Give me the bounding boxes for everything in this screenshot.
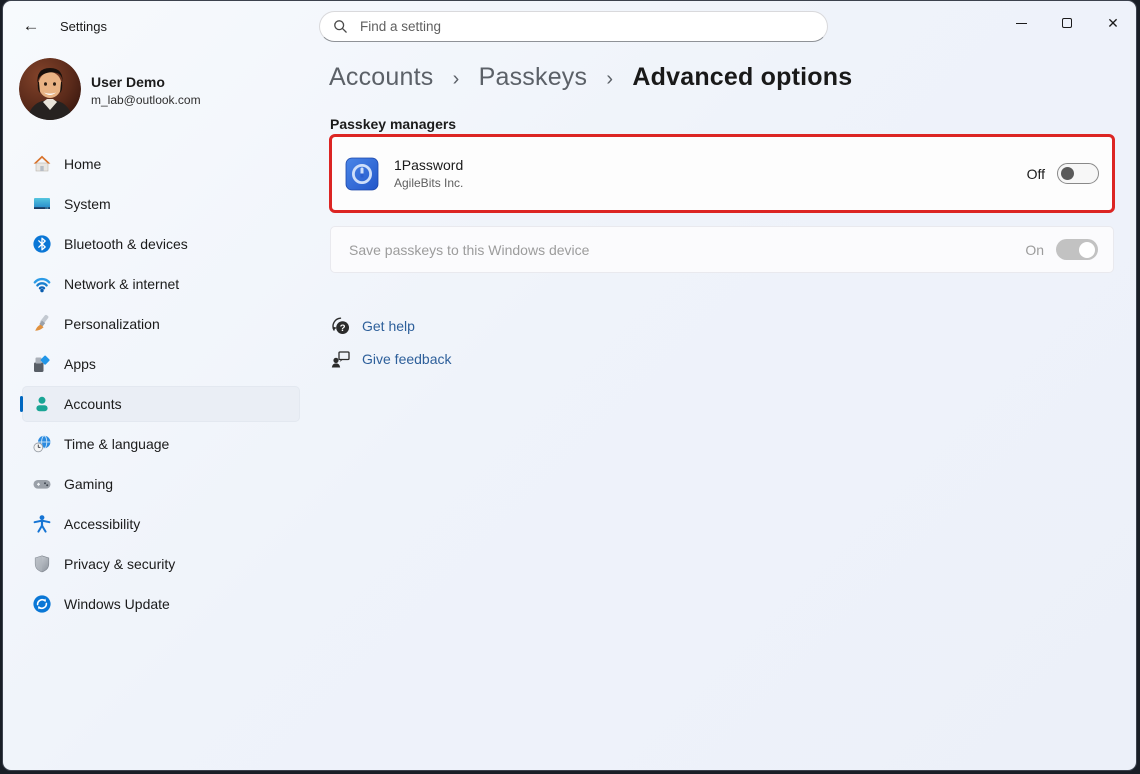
sidebar-item-label: Network & internet: [64, 276, 180, 292]
sidebar-item-network[interactable]: Network & internet: [22, 266, 300, 302]
sidebar-item-label: Accounts: [64, 396, 122, 412]
titlebar: ← Settings ✕: [3, 1, 1136, 51]
manager-text: 1Password AgileBits Inc.: [394, 157, 463, 190]
accounts-icon: [36, 396, 48, 412]
sidebar-item-accounts[interactable]: Accounts: [20, 386, 300, 422]
sidebar-item-bluetooth[interactable]: Bluetooth & devices: [22, 226, 300, 262]
manager-toggle-group: Off: [1027, 163, 1099, 184]
windows-update-icon: [33, 595, 51, 613]
search-input[interactable]: [358, 18, 827, 35]
profile-name: User Demo: [91, 74, 165, 90]
avatar[interactable]: [19, 58, 81, 120]
minimize-button[interactable]: [998, 1, 1044, 45]
breadcrumb-separator: ›: [606, 68, 614, 90]
profile-email: m_lab@outlook.com: [91, 93, 201, 107]
search-icon: [334, 20, 347, 33]
sidebar-item-windows-update[interactable]: Windows Update: [22, 586, 300, 622]
sidebar-item-label: Apps: [64, 356, 96, 372]
sidebar-item-privacy-security[interactable]: Privacy & security: [22, 546, 300, 582]
passkey-manager-row-1password: 1Password AgileBits Inc. Off: [329, 134, 1115, 213]
sidebar-item-label: Time & language: [64, 436, 170, 452]
sidebar: User Demo m_lab@outlook.com Home System …: [3, 51, 305, 770]
sidebar-item-label: Bluetooth & devices: [64, 236, 188, 252]
save-passkeys-label: Save passkeys to this Windows device: [349, 241, 590, 258]
manager-toggle[interactable]: [1057, 163, 1099, 184]
manager-name: 1Password: [394, 157, 464, 173]
breadcrumb-separator: ›: [452, 68, 460, 90]
back-arrow-icon: ←: [22, 16, 40, 35]
bluetooth-icon: [33, 235, 51, 253]
maximize-button[interactable]: [1044, 1, 1090, 45]
toggle-knob: [1061, 167, 1074, 180]
manager-toggle-label: Off: [1026, 165, 1045, 182]
personalization-icon: [35, 314, 49, 331]
svg-text:?: ?: [340, 323, 346, 334]
minimize-icon: [1015, 22, 1027, 24]
get-help-link[interactable]: Get help: [362, 318, 415, 334]
avatar-image: [19, 58, 81, 120]
get-help-icon: ?: [332, 317, 349, 334]
back-button[interactable]: ←: [16, 12, 46, 40]
save-passkeys-row: Save passkeys to this Windows device On: [330, 226, 1114, 273]
sidebar-item-label: System: [64, 196, 111, 212]
search-box[interactable]: [319, 11, 828, 42]
system-icon: [34, 198, 50, 209]
sidebar-nav: Home System Bluetooth & devices Network …: [20, 146, 300, 626]
sidebar-item-gaming[interactable]: Gaming: [22, 466, 300, 502]
sidebar-item-time-language[interactable]: Time & language: [22, 426, 300, 462]
save-passkeys-toggle: [1056, 239, 1098, 260]
section-label-passkey-managers: Passkey managers: [330, 116, 457, 132]
toggle-knob: [1079, 241, 1095, 258]
app-title: Settings: [60, 19, 107, 34]
sidebar-item-label: Accessibility: [64, 516, 141, 532]
gaming-icon: [33, 480, 51, 489]
get-help-row[interactable]: ? Get help: [330, 313, 452, 339]
maximize-icon: [1062, 18, 1072, 28]
time-language-icon: [33, 435, 51, 453]
device-toggle-label: On: [1025, 241, 1044, 258]
help-links: ? Get help Give feedback: [330, 313, 452, 379]
device-toggle-group: On: [1025, 239, 1098, 260]
onepassword-icon: [345, 157, 379, 190]
sidebar-item-home[interactable]: Home: [22, 146, 300, 182]
sidebar-item-label: Personalization: [64, 316, 160, 332]
breadcrumb: Accounts › Passkeys › Advanced options: [329, 63, 852, 92]
breadcrumb-accounts[interactable]: Accounts: [329, 63, 433, 91]
give-feedback-link[interactable]: Give feedback: [362, 351, 452, 367]
selected-accent-bar: [20, 396, 23, 412]
sidebar-item-label: Gaming: [64, 476, 114, 492]
accessibility-icon: [33, 515, 51, 533]
network-icon: [33, 277, 51, 293]
give-feedback-row[interactable]: Give feedback: [330, 346, 452, 372]
sidebar-item-apps[interactable]: Apps: [22, 346, 300, 382]
manager-publisher: AgileBits Inc.: [394, 176, 464, 190]
page-title: Advanced options: [632, 63, 853, 91]
sidebar-item-label: Home: [64, 156, 102, 172]
sidebar-item-label: Windows Update: [64, 596, 170, 612]
close-icon: ✕: [1107, 15, 1119, 31]
breadcrumb-passkeys[interactable]: Passkeys: [479, 63, 588, 91]
shield-icon: [34, 555, 50, 573]
sidebar-item-personalization[interactable]: Personalization: [22, 306, 300, 342]
apps-icon: [34, 355, 50, 372]
close-button[interactable]: ✕: [1090, 1, 1136, 45]
window-controls: ✕: [998, 1, 1136, 49]
sidebar-item-label: Privacy & security: [64, 556, 176, 572]
home-icon: [33, 155, 51, 172]
main-content: Accounts › Passkeys › Advanced options P…: [329, 51, 1136, 770]
sidebar-item-accessibility[interactable]: Accessibility: [22, 506, 300, 542]
sidebar-item-system[interactable]: System: [22, 186, 300, 222]
settings-window: ← Settings ✕: [2, 0, 1137, 771]
give-feedback-icon: [331, 351, 350, 368]
